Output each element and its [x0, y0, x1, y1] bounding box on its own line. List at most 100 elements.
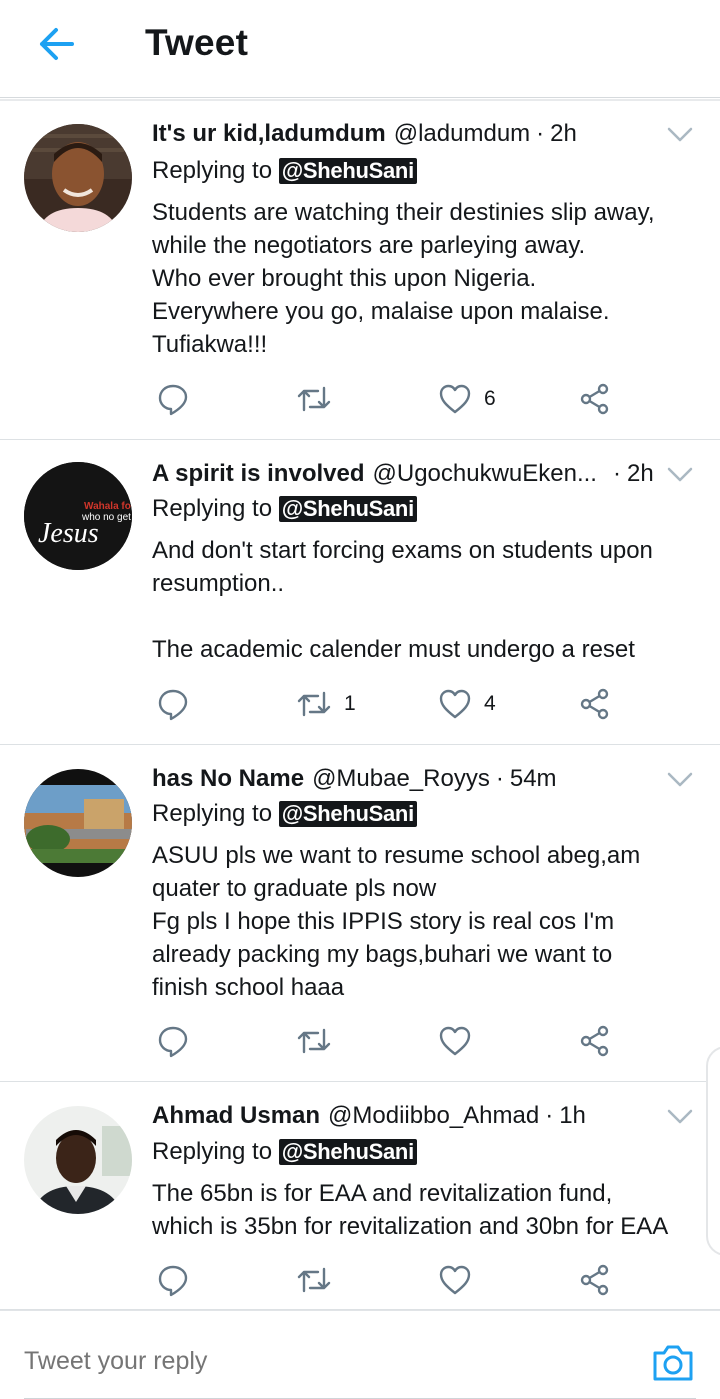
like-button[interactable]: [438, 1260, 484, 1300]
like-button[interactable]: [438, 1021, 484, 1061]
like-count: 4: [484, 692, 496, 715]
avatar-text-line3: Jesus: [38, 518, 99, 549]
tweet-line: resumption..: [152, 570, 285, 597]
reply-icon: [158, 1265, 188, 1297]
tweet-line: already packing my bags,buhari we want t…: [152, 941, 613, 968]
tweet-line: [152, 600, 702, 633]
retweet-button[interactable]: 1: [296, 684, 356, 724]
tweet-3[interactable]: has No Name @Mubae_Royys · 54m Replying …: [0, 745, 720, 1082]
separator-dot: ·: [545, 1102, 554, 1129]
chevron-down-icon[interactable]: [666, 126, 694, 144]
top-bar: Tweet: [0, 0, 720, 101]
page-title: Tweet: [145, 22, 249, 63]
tweet-line: The academic calender must undergo a res…: [152, 636, 635, 663]
chevron-down-icon[interactable]: [666, 771, 694, 789]
mention-link[interactable]: @ShehuSani: [278, 158, 417, 184]
share-button[interactable]: [578, 1260, 612, 1300]
retweet-icon: [297, 1267, 331, 1293]
author-name[interactable]: Ahmad Usman: [152, 1102, 320, 1130]
share-icon: [580, 1025, 609, 1057]
separator-dot: ·: [495, 765, 504, 792]
avatar[interactable]: [24, 124, 132, 232]
author-handle[interactable]: @ladumdum: [394, 120, 530, 148]
author-handle[interactable]: @Mubae_Royys: [312, 765, 490, 793]
author-name[interactable]: A spirit is involved: [152, 460, 365, 488]
replying-to: Replying to @ShehuSani: [152, 800, 417, 828]
mention-link[interactable]: @ShehuSani: [278, 801, 417, 827]
tweet-line: Tufiakwa!!!: [152, 331, 268, 358]
tweet-text: ASUU pls we want to resume school abeg,a…: [152, 839, 702, 1004]
share-icon: [580, 1264, 609, 1296]
author-handle[interactable]: @UgochukwuEken...: [373, 460, 597, 488]
reply-button[interactable]: [156, 1260, 190, 1300]
retweet-button[interactable]: [296, 1021, 344, 1061]
tweet-header: A spirit is involved @UgochukwuEken... ·…: [152, 460, 654, 488]
tweet-line: quater to graduate pls now: [152, 875, 437, 902]
tweet-text: Students are watching their destinies sl…: [152, 196, 702, 361]
share-button[interactable]: [578, 684, 612, 724]
edge-panel-handle[interactable]: [706, 1046, 720, 1256]
heart-icon: [439, 1026, 471, 1056]
replying-to-label: Replying to: [152, 157, 273, 184]
tweet-actions: 6: [152, 379, 622, 419]
replying-to: Replying to @ShehuSani: [152, 495, 417, 523]
author-name[interactable]: It's ur kid,ladumdum: [152, 120, 386, 148]
author-name[interactable]: has No Name: [152, 765, 304, 793]
timestamp: 54m: [509, 765, 557, 792]
tweet-line: which is 35bn for revitalization and 30b…: [152, 1213, 669, 1240]
replying-to: Replying to @ShehuSani: [152, 157, 417, 185]
avatar[interactable]: Wahala for who no get Jesus: [24, 462, 132, 570]
share-button[interactable]: [578, 379, 612, 419]
heart-icon: [439, 689, 471, 719]
tweet-line: finish school haaa: [152, 974, 345, 1001]
timestamp: 1h: [559, 1102, 586, 1129]
reply-button[interactable]: [156, 684, 190, 724]
author-handle[interactable]: @Modiibbo_Ahmad: [328, 1102, 539, 1130]
tweet-text: The 65bn is for EAA and revitalization f…: [152, 1177, 712, 1243]
like-button[interactable]: 6: [438, 379, 496, 419]
tweet-line: Everywhere you go, malaise upon malaise.: [152, 298, 610, 325]
tweet-line: while the negotiators are parleying away…: [152, 232, 586, 259]
share-icon: [580, 688, 609, 720]
reply-composer: [0, 1310, 720, 1399]
tweet-actions: [152, 1021, 622, 1061]
replying-to: Replying to @ShehuSani: [152, 1138, 417, 1166]
camera-icon[interactable]: [650, 1341, 696, 1385]
avatar[interactable]: [24, 1106, 132, 1214]
tweet-2[interactable]: Wahala for who no get Jesus A spirit is …: [0, 440, 720, 745]
retweet-button[interactable]: [296, 1260, 344, 1300]
tweet-4[interactable]: Ahmad Usman @Modiibbo_Ahmad · 1h Replyin…: [0, 1082, 720, 1310]
tweet-header: has No Name @Mubae_Royys · 54m: [152, 765, 557, 793]
like-button[interactable]: 4: [438, 684, 496, 724]
reply-icon: [158, 384, 188, 416]
tweet-line: And don't start forcing exams on student…: [152, 537, 653, 564]
reply-icon: [158, 1026, 188, 1058]
avatar[interactable]: [24, 769, 132, 877]
retweet-count: 1: [344, 692, 356, 715]
chevron-down-icon[interactable]: [666, 1108, 694, 1126]
share-icon: [580, 383, 609, 415]
reply-icon: [158, 689, 188, 721]
replying-to-label: Replying to: [152, 800, 273, 827]
tweet-actions: [152, 1260, 622, 1300]
retweet-icon: [297, 386, 331, 412]
separator-dot: ·: [536, 120, 545, 147]
reply-input[interactable]: [24, 1347, 584, 1376]
tweet-line: Who ever brought this upon Nigeria.: [152, 265, 537, 292]
mention-link[interactable]: @ShehuSani: [278, 1139, 417, 1165]
tweet-header: Ahmad Usman @Modiibbo_Ahmad · 1h: [152, 1102, 586, 1130]
retweet-button[interactable]: [296, 379, 344, 419]
avatar-text-line1: Wahala for: [84, 501, 132, 512]
reply-button[interactable]: [156, 379, 190, 419]
tweet-line: ASUU pls we want to resume school abeg,a…: [152, 842, 641, 869]
mention-link[interactable]: @ShehuSani: [278, 496, 417, 522]
tweet-line: Students are watching their destinies sl…: [152, 199, 655, 226]
share-button[interactable]: [578, 1021, 612, 1061]
reply-button[interactable]: [156, 1021, 190, 1061]
chevron-down-icon[interactable]: [666, 466, 694, 484]
tweet-1[interactable]: It's ur kid,ladumdum @ladumdum · 2h Repl…: [0, 100, 720, 440]
tweet-line: Fg pls I hope this IPPIS story is real c…: [152, 908, 615, 935]
replying-to-label: Replying to: [152, 495, 273, 522]
back-arrow-icon[interactable]: [34, 24, 78, 64]
timestamp: 2h: [626, 460, 654, 487]
